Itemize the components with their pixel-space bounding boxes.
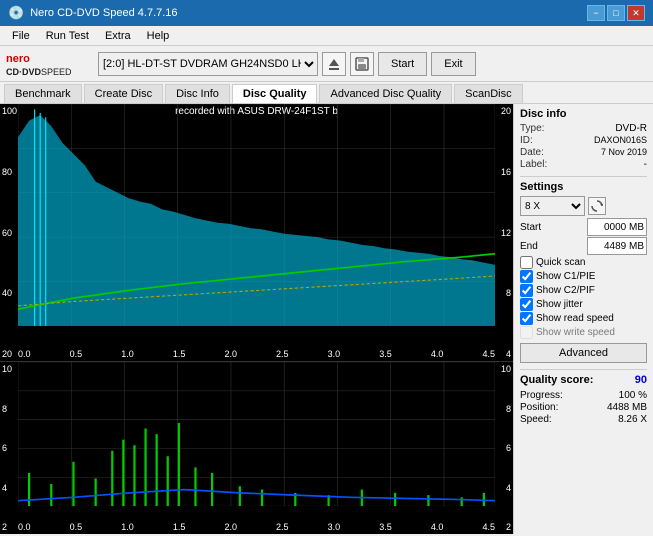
quick-scan-checkbox[interactable] <box>520 256 533 269</box>
start-input[interactable] <box>587 218 647 236</box>
chart-bottom: 108642 108642 <box>0 362 513 534</box>
main-content: recorded with ASUS DRW-24F1ST b 10080604… <box>0 104 653 534</box>
show-c1-pie-row: Show C1/PIE <box>520 270 647 283</box>
end-input[interactable] <box>587 237 647 255</box>
tab-bar: Benchmark Create Disc Disc Info Disc Qua… <box>0 82 653 104</box>
logo: nero CD·DVD SPEED <box>6 50 86 78</box>
settings-title: Settings <box>520 181 647 193</box>
menu-help[interactable]: Help <box>139 29 178 43</box>
disc-info-title: Disc info <box>520 108 647 120</box>
quick-scan-row: Quick scan <box>520 256 647 269</box>
chart-top: recorded with ASUS DRW-24F1ST b 10080604… <box>0 104 513 362</box>
advanced-button[interactable]: Advanced <box>520 343 647 363</box>
maximize-button[interactable]: □ <box>607 5 625 21</box>
toolbar: nero CD·DVD SPEED [2:0] HL-DT-ST DVDRAM … <box>0 46 653 82</box>
window-controls: − □ ✕ <box>587 5 645 21</box>
show-write-speed-checkbox <box>520 326 533 339</box>
svg-text:nero: nero <box>6 53 30 65</box>
eject-button[interactable] <box>322 52 346 76</box>
progress-row: Progress: 100 % <box>520 390 647 401</box>
disc-id-row: ID: DAXON016S <box>520 135 647 146</box>
show-write-speed-row: Show write speed <box>520 326 647 339</box>
tab-disc-quality[interactable]: Disc Quality <box>232 84 318 103</box>
drive-select[interactable]: [2:0] HL-DT-ST DVDRAM GH24NSD0 LH00 <box>98 52 318 76</box>
tab-scan-disc[interactable]: ScanDisc <box>454 84 522 103</box>
disc-date-row: Date: 7 Nov 2019 <box>520 147 647 158</box>
quality-score-value: 90 <box>635 374 647 386</box>
settings-refresh-button[interactable] <box>588 197 606 215</box>
divider-1 <box>520 176 647 177</box>
y-axis-left-bottom: 108642 <box>2 362 12 534</box>
show-c2-pif-row: Show C2/PIF <box>520 284 647 297</box>
end-row: End <box>520 237 647 255</box>
show-c2-pif-checkbox[interactable] <box>520 284 533 297</box>
tab-disc-info[interactable]: Disc Info <box>165 84 230 103</box>
disc-label-row: Label: - <box>520 159 647 170</box>
app-icon: 💿 <box>8 5 24 21</box>
right-panel: Disc info Type: DVD-R ID: DAXON016S Date… <box>513 104 653 534</box>
disc-info-section: Disc info Type: DVD-R ID: DAXON016S Date… <box>520 108 647 170</box>
x-axis-bottom: 0.00.51.01.52.02.53.03.54.04.5 <box>18 522 495 532</box>
svg-text:SPEED: SPEED <box>41 67 72 77</box>
tab-benchmark[interactable]: Benchmark <box>4 84 82 103</box>
menu-run-test[interactable]: Run Test <box>38 29 97 43</box>
settings-section: Settings 8 X 1 X2 X4 XMax Start End <box>520 181 647 363</box>
speed-row: 8 X 1 X2 X4 XMax <box>520 196 647 216</box>
position-row: Position: 4488 MB <box>520 402 647 413</box>
show-jitter-row: Show jitter <box>520 298 647 311</box>
start-button[interactable]: Start <box>378 52 427 76</box>
menu-file[interactable]: File <box>4 29 38 43</box>
title-bar: 💿 Nero CD-DVD Speed 4.7.7.16 − □ ✕ <box>0 0 653 26</box>
x-axis-top: 0.00.51.01.52.02.53.03.54.04.5 <box>18 349 495 359</box>
start-row: Start <box>520 218 647 236</box>
svg-text:CD·DVD: CD·DVD <box>6 67 41 77</box>
disc-type-row: Type: DVD-R <box>520 123 647 134</box>
quality-score-label: Quality score: <box>520 374 593 386</box>
save-button[interactable] <box>350 52 374 76</box>
show-c1-pie-checkbox[interactable] <box>520 270 533 283</box>
minimize-button[interactable]: − <box>587 5 605 21</box>
menu-extra[interactable]: Extra <box>97 29 139 43</box>
exit-button[interactable]: Exit <box>431 52 475 76</box>
chart-area: recorded with ASUS DRW-24F1ST b 10080604… <box>0 104 513 534</box>
y-axis-right-top: 20161284 <box>501 104 511 361</box>
chart-svg-bottom <box>18 362 495 506</box>
y-axis-left-top: 10080604020 <box>2 104 17 361</box>
close-button[interactable]: ✕ <box>627 5 645 21</box>
quality-score-row: Quality score: 90 <box>520 374 647 386</box>
title-bar-text: Nero CD-DVD Speed 4.7.7.16 <box>30 7 177 19</box>
speed-row: Speed: 8.26 X <box>520 414 647 425</box>
progress-section: Progress: 100 % Position: 4488 MB Speed:… <box>520 390 647 425</box>
chart-svg-top <box>18 104 495 326</box>
show-read-speed-checkbox[interactable] <box>520 312 533 325</box>
menu-bar: File Run Test Extra Help <box>0 26 653 46</box>
y-axis-right-bottom: 108642 <box>501 362 511 534</box>
tab-create-disc[interactable]: Create Disc <box>84 84 163 103</box>
speed-select[interactable]: 8 X 1 X2 X4 XMax <box>520 196 585 216</box>
tab-advanced-disc-quality[interactable]: Advanced Disc Quality <box>319 84 452 103</box>
show-jitter-checkbox[interactable] <box>520 298 533 311</box>
show-read-speed-row: Show read speed <box>520 312 647 325</box>
divider-2 <box>520 369 647 370</box>
